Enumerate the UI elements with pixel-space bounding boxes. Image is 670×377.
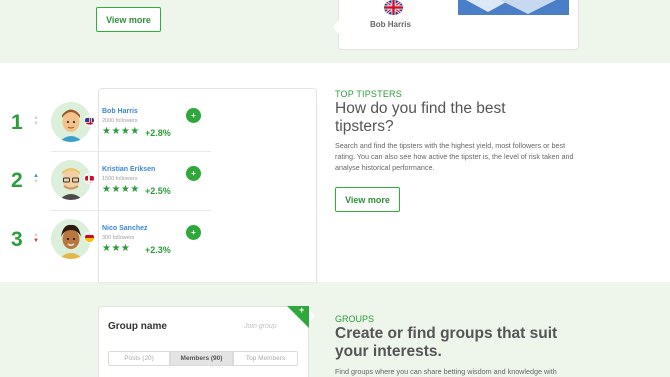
arrow-down-icon: ▼ (33, 121, 39, 127)
arrow-down-icon: ▼ (33, 238, 39, 244)
section-description: Search and find the tipsters with the hi… (335, 141, 574, 172)
section-description: Find groups where you can share betting … (335, 367, 557, 376)
section-kicker: GROUPS (335, 314, 375, 324)
follow-user-button[interactable]: + (186, 108, 201, 123)
tab-posts[interactable]: Posts (20) (108, 351, 170, 366)
follow-user-button[interactable]: + (186, 225, 201, 240)
follower-count: 300 followers (102, 235, 135, 241)
divider (51, 210, 211, 211)
yield-value: +2.8% (145, 128, 171, 138)
join-group-link[interactable]: Join group (244, 323, 277, 330)
star-rating: ★★★★ (102, 184, 140, 195)
tipster-name[interactable]: Kristian Eriksen (102, 166, 155, 173)
add-user-icon: + (191, 169, 196, 178)
section-heading: How do you find the best tipsters? (335, 100, 506, 135)
rank-number: 2 (11, 169, 23, 192)
tipster-name[interactable]: Bob Harris (102, 108, 138, 115)
trend-arrows: ▲ ▼ (33, 115, 39, 127)
follower-count: 2000 followers (102, 118, 138, 124)
follower-count: 1500 followers (102, 176, 138, 182)
corner-add-ribbon[interactable] (287, 306, 309, 328)
add-user-icon: + (191, 111, 196, 120)
group-card (98, 306, 309, 377)
trend-arrows: ▲ ▼ (33, 173, 39, 185)
group-title: Group name (108, 321, 167, 332)
star-rating: ★★★★ (102, 126, 140, 137)
divider (51, 151, 211, 152)
star-rating: ★★★ (102, 243, 131, 254)
card-pointer (317, 90, 323, 104)
cover-image (458, 0, 569, 15)
denmark-flag-icon (84, 173, 95, 184)
profile-name: Bob Harris (370, 20, 411, 29)
tab-members[interactable]: Members (90) (170, 351, 233, 366)
yield-value: +2.5% (145, 186, 171, 196)
plus-icon: + (299, 305, 305, 315)
add-user-icon: + (191, 228, 196, 237)
tab-top-members[interactable]: Top Members (233, 351, 298, 366)
follow-user-button[interactable]: + (186, 166, 201, 181)
section-kicker: TOP TIPSTERS (335, 89, 402, 99)
view-more-button[interactable]: View more (335, 187, 400, 212)
uk-flag-icon (384, 0, 403, 15)
tipster-name[interactable]: Nico Sanchez (102, 225, 148, 232)
trend-arrows: ▲ ▼ (33, 232, 39, 244)
uk-flag-icon (84, 115, 95, 126)
view-more-button[interactable]: View more (96, 7, 161, 32)
yield-value: +2.3% (145, 245, 171, 255)
arrow-down-icon: ▼ (33, 179, 39, 185)
card-pointer (333, 20, 339, 34)
rank-number: 3 (11, 228, 23, 251)
rank-number: 1 (11, 111, 23, 134)
section-heading: Create or find groups that suit your int… (335, 325, 558, 360)
spain-flag-icon (84, 232, 95, 243)
card-pointer (309, 309, 315, 323)
